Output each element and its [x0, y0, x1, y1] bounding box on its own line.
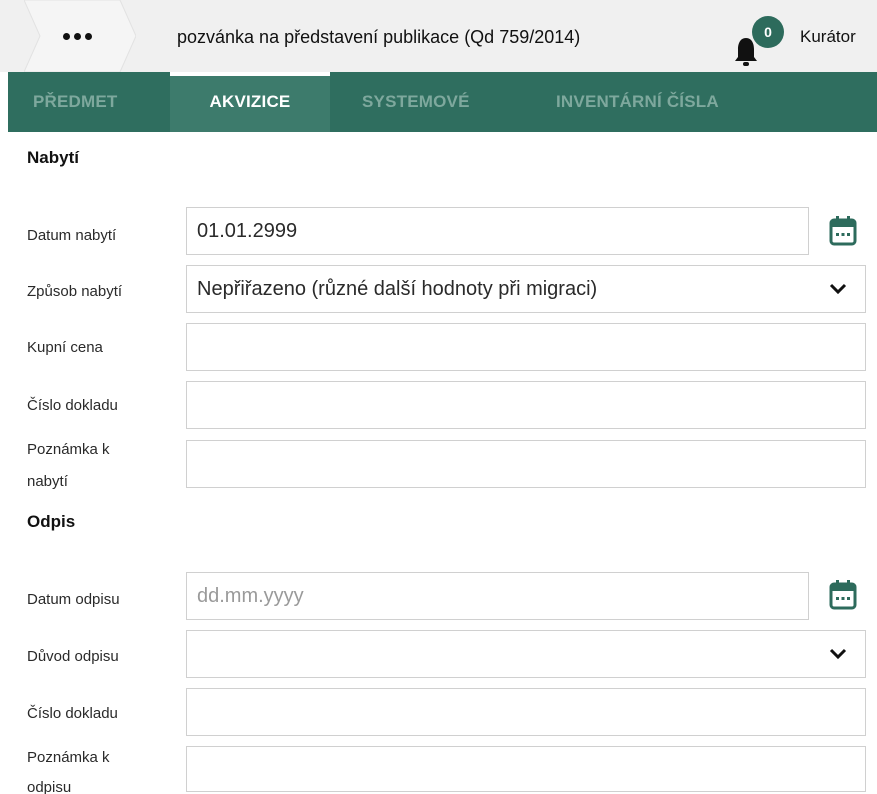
label-cislo-dokladu: Číslo dokladu — [27, 397, 118, 414]
acquisition-date-input[interactable]: 01.01.2999 — [186, 207, 809, 255]
acquisition-method-value: Nepřiřazeno (různé další hodnoty při mig… — [197, 278, 598, 300]
tab-inventarni-cisla[interactable]: INVENTÁRNÍ ČÍSLA — [556, 72, 776, 132]
tab-bar: PŘEDMET AKVIZICE SYSTEMOVÉ INVENTÁRNÍ ČÍ… — [8, 72, 877, 132]
calendar-icon[interactable] — [829, 580, 857, 610]
section-title-nabyti: Nabytí — [27, 148, 79, 167]
tab-predmet[interactable]: PŘEDMET — [8, 72, 168, 132]
writeoff-note-input[interactable] — [186, 746, 866, 792]
document-title: pozvánka na představení publikace (Qd 75… — [177, 27, 581, 47]
acquisition-note-input[interactable] — [186, 440, 866, 488]
acquisition-method-select[interactable]: Nepřiřazeno (různé další hodnoty při mig… — [186, 265, 866, 313]
notification-count-badge[interactable]: 0 — [752, 16, 784, 48]
label-zpusob-nabyti: Způsob nabytí — [27, 283, 123, 300]
label-poznamka-nabyti-line1: Poznámka k — [27, 441, 110, 458]
writeoff-doc-number-input[interactable] — [186, 688, 866, 736]
breadcrumb-more-button[interactable] — [24, 0, 136, 72]
more-dots-icon — [63, 33, 103, 41]
tab-akvizice[interactable]: AKVIZICE — [170, 72, 330, 132]
label-cislo-dokladu-odpis: Číslo dokladu — [27, 705, 118, 722]
calendar-icon[interactable] — [829, 216, 857, 246]
label-poznamka-nabyti-line2: nabytí — [27, 473, 68, 490]
section-title-odpis: Odpis — [27, 512, 76, 531]
acquisition-doc-number-input[interactable] — [186, 381, 866, 429]
label-datum-nabyti: Datum nabytí — [27, 227, 117, 244]
top-bar: pozvánka na představení publikace (Qd 75… — [0, 0, 877, 72]
user-name[interactable]: Kurátor — [800, 27, 856, 47]
purchase-price-input[interactable] — [186, 323, 866, 371]
label-poznamka-odpisu-line1: Poznámka k — [27, 749, 110, 766]
tab-systemove[interactable]: SYSTEMOVÉ — [362, 72, 522, 132]
label-kupni-cena: Kupní cena — [27, 339, 103, 356]
label-poznamka-odpisu-line2: odpisu — [27, 779, 72, 794]
label-duvod-odpisu: Důvod odpisu — [27, 648, 119, 665]
chevron-down-icon — [829, 283, 847, 295]
chevron-down-icon — [829, 648, 847, 660]
writeoff-reason-select[interactable] — [186, 630, 866, 678]
active-tab-indicator — [170, 72, 330, 76]
writeoff-date-input[interactable]: dd.mm.yyyy — [186, 572, 809, 620]
label-datum-odpisu: Datum odpisu — [27, 591, 120, 608]
